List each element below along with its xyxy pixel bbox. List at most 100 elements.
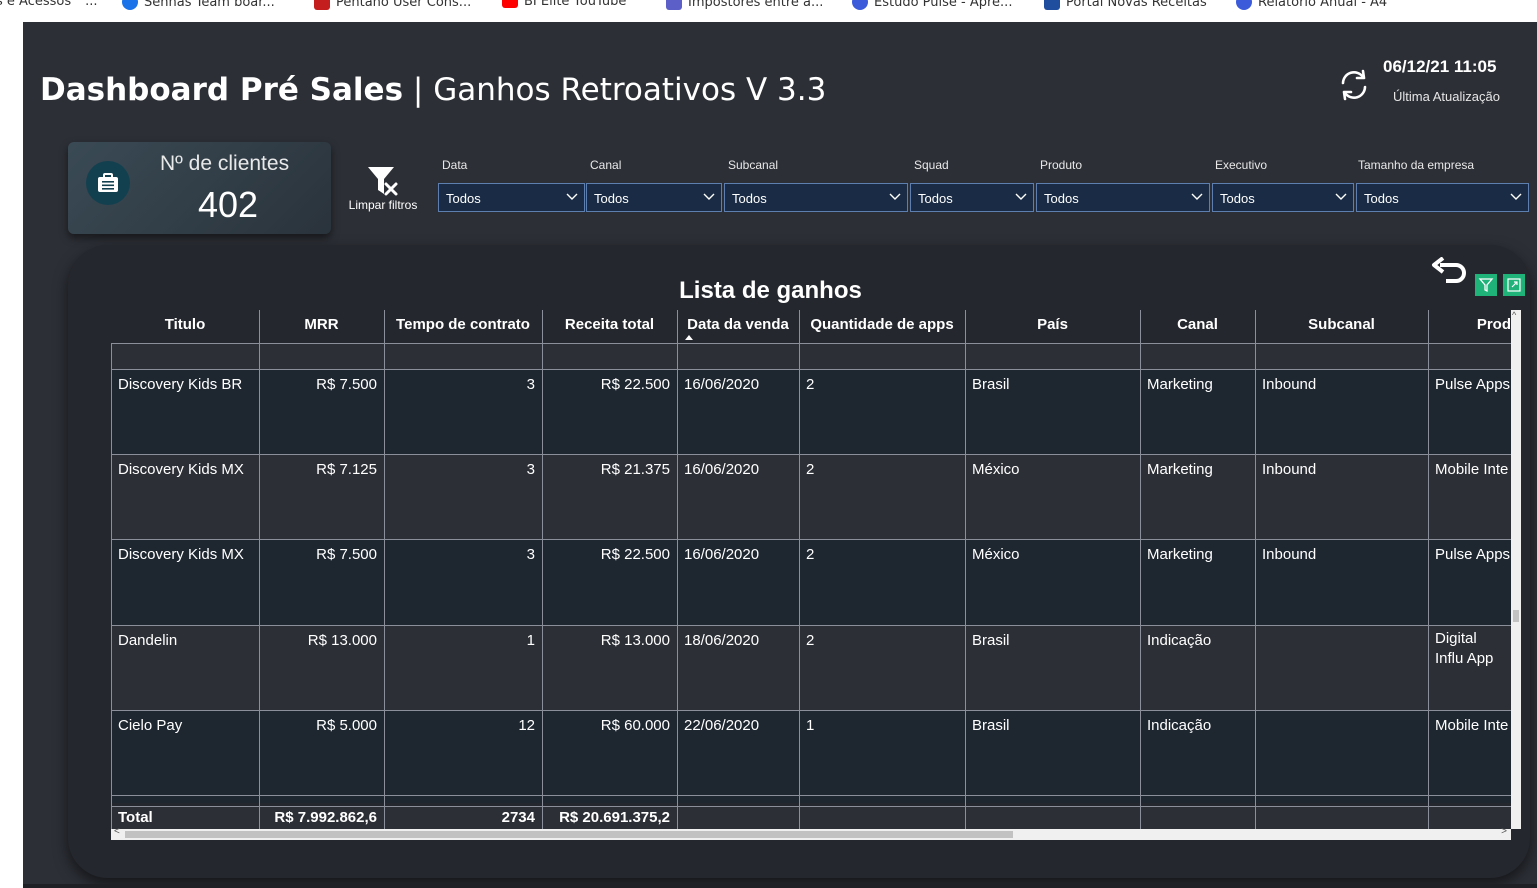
cell-data-venda: 16/06/2020 [684, 461, 760, 478]
focus-mode-button[interactable] [1503, 274, 1525, 296]
filter-value: Todos [918, 191, 953, 206]
total-label: Total [118, 809, 153, 826]
column-header-canal[interactable]: Canal [1140, 310, 1255, 343]
column-header-tempo[interactable]: Tempo de contrato [384, 310, 542, 343]
cell-qtd-apps: 1 [806, 717, 815, 734]
row-divider [111, 343, 1511, 344]
filter-label-tamanho: Tamanho da empresa [1358, 158, 1475, 172]
cell-mrr: R$ 5.000 [316, 717, 377, 734]
column-header-produto[interactable]: Prod [1428, 310, 1511, 343]
clear-filters-button[interactable]: Limpar filtros [343, 164, 423, 224]
total-mrr: R$ 7.992.862,6 [274, 809, 377, 826]
cell-produto: Digital Influ App [1435, 630, 1494, 667]
table-row[interactable]: Discovery Kids MX R$ 7.125 3 R$ 21.375 1… [111, 454, 1511, 539]
table-total-row: Total R$ 7.992.862,6 2734 R$ 20.691.375,… [111, 807, 1511, 829]
scrollbar-thumb[interactable] [1513, 610, 1519, 622]
filter-produto-select[interactable]: Todos [1036, 183, 1210, 212]
column-header-pais[interactable]: País [965, 310, 1140, 343]
scroll-right-arrow-icon[interactable]: > [1501, 826, 1507, 837]
column-divider [1428, 310, 1429, 829]
bookmark-pentaho[interactable]: Pentaho User Cons... [314, 0, 471, 10]
filter-icon [1478, 278, 1494, 293]
column-header-receita[interactable]: Receita total [542, 310, 677, 343]
last-update-date: 06/12/21 11:05 [1383, 57, 1497, 76]
table-row[interactable] [111, 343, 1511, 369]
filter-value: Todos [594, 191, 629, 206]
scrollbar-thumb[interactable] [125, 831, 1013, 838]
table-row[interactable]: Dandelin R$ 13.000 1 R$ 13.000 18/06/202… [111, 625, 1511, 710]
cell-pais: México [972, 546, 1020, 563]
cell-canal: Marketing [1147, 376, 1213, 393]
canvas-bottom-edge [23, 884, 1537, 888]
table-row[interactable]: Discovery Kids BR R$ 7.500 3 R$ 22.500 1… [111, 369, 1511, 454]
scroll-left-arrow-icon[interactable]: < [114, 826, 120, 837]
bookmark-overflow: ... [85, 0, 98, 9]
column-header-qtd-apps[interactable]: Quantidade de apps [799, 310, 965, 343]
column-header-titulo[interactable]: Titulo [111, 310, 259, 343]
cell-data-venda: 16/06/2020 [684, 546, 760, 563]
bookmark-acessos[interactable]: s e Acessos ... [0, 0, 98, 9]
bookmark-label: Pentaho User Cons... [336, 0, 472, 10]
cell-subcanal: Inbound [1262, 546, 1317, 563]
cell-canal: Marketing [1147, 546, 1213, 563]
chart-icon [314, 0, 330, 10]
column-divider [1255, 310, 1256, 829]
bookmark-impostores[interactable]: Impostores entre a... [666, 0, 823, 10]
bookmark-estudo-pulse[interactable]: Estudo Pulse - Apre... [852, 0, 1012, 10]
cell-qtd-apps: 2 [806, 546, 815, 563]
filter-label-squad: Squad [914, 158, 949, 172]
row-divider [111, 539, 1511, 540]
cell-pais: Brasil [972, 376, 1010, 393]
filter-canal-select[interactable]: Todos [586, 183, 722, 212]
filter-subcanal-select[interactable]: Todos [724, 183, 908, 212]
bookmark-senhas[interactable]: Senhas Team boar... [122, 0, 275, 10]
row-divider [111, 710, 1511, 711]
teams-icon [666, 0, 682, 10]
bookmark-bi-elite[interactable]: BI Elite YouTube [502, 0, 626, 9]
filter-squad-select[interactable]: Todos [910, 183, 1034, 212]
table-row[interactable]: Cielo Pay R$ 5.000 12 R$ 60.000 22/06/20… [111, 710, 1511, 803]
cell-titulo: Discovery Kids BR [118, 376, 243, 393]
row-divider [111, 625, 1511, 626]
bookmark-portal[interactable]: Portal Novas Receitas [1044, 0, 1207, 10]
cell-titulo: Cielo Pay [118, 717, 183, 734]
bookmark-label: s e Acessos [0, 0, 72, 9]
visual-filter-button[interactable] [1475, 274, 1497, 296]
cell-data-venda: 16/06/2020 [684, 376, 760, 393]
vertical-scrollbar[interactable]: ^ [1511, 310, 1521, 829]
bookmark-relatorio[interactable]: Relatório Anual - A4 [1236, 0, 1387, 10]
title-separator: | [412, 72, 424, 108]
row-divider [111, 369, 1511, 370]
filter-label-canal: Canal [590, 158, 622, 172]
cell-receita: R$ 21.375 [600, 461, 670, 478]
filter-clear-icon [368, 167, 398, 196]
table-row[interactable]: Discovery Kids MX R$ 7.500 3 R$ 22.500 1… [111, 539, 1511, 625]
chevron-down-icon [1015, 193, 1027, 200]
filter-label-subcanal: Subcanal [728, 158, 779, 172]
table-title: Lista de ganhos [679, 277, 862, 304]
column-divider [111, 343, 112, 829]
filter-value: Todos [446, 191, 481, 206]
filter-data-select[interactable]: Todos [438, 183, 585, 212]
scroll-up-arrow-icon[interactable]: ^ [1512, 310, 1516, 320]
filter-tamanho-select[interactable]: Todos [1356, 183, 1529, 212]
refresh-icon[interactable] [1335, 66, 1373, 104]
cell-subcanal: Inbound [1262, 461, 1317, 478]
dashboard-canvas: Dashboard Pré Sales | Ganhos Retroativos… [23, 22, 1537, 888]
column-header-data-venda[interactable]: Data da venda [677, 310, 799, 343]
horizontal-scrollbar[interactable]: < > [111, 826, 1511, 840]
bookmark-label: Relatório Anual - A4 [1258, 0, 1388, 10]
cell-receita: R$ 22.500 [600, 376, 670, 393]
filter-executivo-select[interactable]: Todos [1212, 183, 1354, 212]
total-receita: R$ 20.691.375,2 [559, 809, 670, 826]
title-main: Dashboard Pré Sales [40, 72, 404, 108]
column-header-mrr[interactable]: MRR [259, 310, 384, 343]
column-divider [965, 310, 966, 829]
expand-icon [1507, 278, 1521, 292]
cell-pais: Brasil [972, 632, 1010, 649]
column-header-subcanal[interactable]: Subcanal [1255, 310, 1428, 343]
cell-subcanal: Inbound [1262, 376, 1317, 393]
cell-canal: Indicação [1147, 717, 1212, 734]
back-arrow-icon[interactable] [1430, 256, 1470, 287]
cell-data-venda: 22/06/2020 [684, 717, 760, 734]
